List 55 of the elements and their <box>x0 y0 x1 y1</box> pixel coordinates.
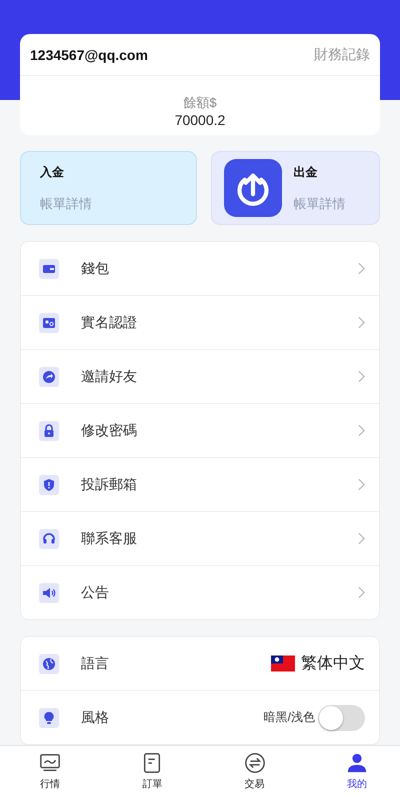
share-icon <box>39 366 59 386</box>
menu-label: 錢包 <box>81 260 110 278</box>
menu-label: 實名認證 <box>81 314 138 332</box>
tab[interactable]: 我的 <box>334 746 380 797</box>
card-title: 入金 <box>40 164 65 180</box>
menu-item[interactable]: 錢包 <box>21 242 379 296</box>
menu-label: 投訴郵箱 <box>81 476 138 494</box>
theme-toggle[interactable] <box>318 704 365 730</box>
deposit-card[interactable]: 入金 帳單詳情 <box>20 151 196 225</box>
menu-label: 聯系客服 <box>81 530 138 548</box>
upload-icon <box>224 159 282 217</box>
tab[interactable]: 行情 <box>27 746 73 797</box>
chevron-right-icon <box>358 316 365 329</box>
menu-item[interactable]: 邀請好友 <box>21 350 379 404</box>
card-subtitle: 帳單詳情 <box>294 194 346 212</box>
bulb-icon <box>39 708 59 728</box>
settings-item[interactable]: 語言 繁体中文 <box>21 637 379 691</box>
balance-value: 70000.2 <box>174 112 226 128</box>
tab[interactable]: 訂單 <box>129 746 176 797</box>
account-email: 1234567@qq.com <box>30 46 148 62</box>
chevron-right-icon <box>358 586 365 599</box>
menu-label: 修改密碼 <box>81 422 138 440</box>
balance-label: 餘額$ <box>183 94 217 112</box>
chevron-right-icon <box>358 424 365 437</box>
menu-item[interactable]: 公告 <box>21 566 379 619</box>
chevron-right-icon <box>358 370 365 383</box>
tab[interactable]: 交易 <box>232 746 278 797</box>
menu-label: 公告 <box>81 584 110 602</box>
chevron-right-icon <box>358 478 365 491</box>
settings-item[interactable]: 風格 暗黑/浅色 <box>21 691 379 744</box>
chart-icon <box>39 752 61 774</box>
theme-label: 暗黑/浅色 <box>264 709 315 726</box>
menu-item[interactable]: 實名認證 <box>21 296 379 350</box>
language-value: 繁体中文 <box>301 654 365 674</box>
shield-icon <box>39 474 59 494</box>
headset-icon <box>39 528 59 548</box>
speaker-icon <box>39 582 59 602</box>
lock-icon <box>39 420 59 440</box>
card-subtitle: 帳單詳情 <box>40 194 92 212</box>
id-icon <box>39 312 59 332</box>
chevron-right-icon <box>358 532 365 545</box>
card-title: 出金 <box>294 164 318 180</box>
swap-icon <box>244 752 266 774</box>
menu-item[interactable]: 聯系客服 <box>21 512 379 566</box>
menu-item[interactable]: 投訴郵箱 <box>21 458 379 512</box>
globe-icon <box>39 654 59 674</box>
menu-item[interactable]: 修改密碼 <box>21 404 379 458</box>
withdraw-card[interactable]: 出金 帳單詳情 <box>210 151 380 225</box>
user-icon <box>346 752 368 774</box>
settings-label: 風格 <box>81 708 110 726</box>
settings-label: 語言 <box>81 654 110 672</box>
flag-icon <box>271 655 295 672</box>
menu-label: 邀請好友 <box>81 368 138 386</box>
chevron-right-icon <box>358 262 365 275</box>
wallet-icon <box>39 258 59 278</box>
